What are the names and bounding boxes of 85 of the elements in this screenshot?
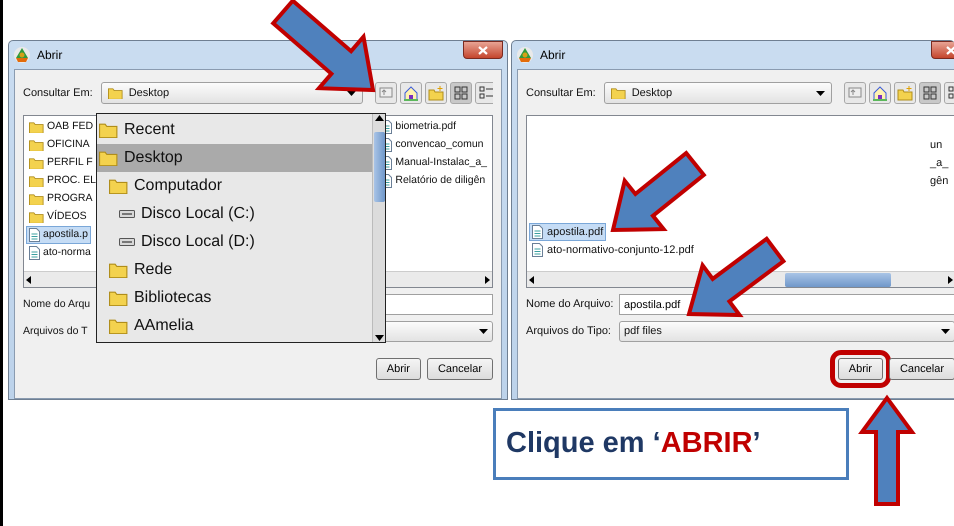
file-item[interactable]: PERFIL F	[26, 154, 96, 172]
file-item[interactable]: apostila.pdf	[529, 223, 606, 241]
folder-icon	[29, 139, 44, 151]
home-icon	[872, 85, 888, 101]
cancel-button[interactable]: Cancelar	[426, 358, 493, 380]
app-logo-icon	[516, 46, 534, 64]
dropdown-item[interactable]: Rede	[97, 256, 372, 284]
drive-icon	[119, 237, 135, 247]
close-icon	[946, 46, 954, 54]
folder-icon	[108, 87, 123, 99]
file-type-label: Arquivos do T	[23, 324, 88, 339]
home-button[interactable]	[400, 82, 422, 104]
file-icon	[29, 246, 40, 260]
file-item[interactable]: gên	[927, 172, 952, 190]
file-name-label: Nome do Arqu	[23, 296, 90, 312]
caret-icon	[941, 329, 950, 334]
close-button[interactable]	[463, 41, 503, 59]
drive-icon	[119, 209, 135, 219]
folder-icon	[109, 178, 128, 194]
icon-view-button[interactable]	[450, 82, 472, 104]
vertical-scrollbar[interactable]	[372, 114, 385, 342]
scroll-left-icon	[24, 274, 34, 284]
look-in-dropdown[interactable]: Desktop	[100, 82, 364, 104]
look-in-label: Consultar Em:	[526, 86, 596, 101]
file-item[interactable]: PROC. EL	[26, 172, 100, 190]
folder-icon	[29, 157, 44, 169]
file-item[interactable]: PROGRA	[26, 190, 96, 208]
dropdown-item[interactable]: Disco Local (D:)	[97, 228, 372, 256]
folder-icon	[610, 87, 626, 99]
file-type-dropdown[interactable]: pdf files	[619, 321, 954, 342]
folder-icon	[29, 175, 44, 187]
file-name-label: Nome do Arquivo:	[526, 297, 614, 312]
scroll-right-icon	[482, 274, 492, 284]
close-icon	[478, 46, 488, 54]
file-icon	[532, 225, 543, 239]
dropdown-item[interactable]: Desktop	[97, 144, 372, 172]
details-view-icon	[478, 85, 493, 101]
file-item[interactable]: ato-normativo-conjunto-12.pdf	[529, 241, 697, 259]
scroll-up-icon	[374, 114, 384, 122]
window-title: Abrir	[540, 47, 566, 64]
file-item[interactable]: apostila.p	[26, 226, 91, 244]
folder-icon	[29, 193, 44, 205]
details-view-button[interactable]	[475, 82, 493, 104]
file-item[interactable]: ato-norma	[26, 244, 94, 262]
cancel-button[interactable]: Cancelar	[888, 358, 954, 380]
look-in-label: Consultar Em:	[23, 86, 93, 101]
file-item[interactable]: VÍDEOS	[26, 208, 90, 226]
folder-icon	[109, 262, 128, 278]
dropdown-item[interactable]: AAmelia	[97, 312, 372, 340]
folder-icon	[109, 318, 128, 334]
file-type-label: Arquivos do Tipo:	[526, 324, 611, 340]
dropdown-item[interactable]: Computador	[97, 172, 372, 200]
folder-icon	[109, 290, 128, 306]
file-item[interactable]: OFICINA	[26, 136, 93, 154]
dropdown-item[interactable]: Recent	[97, 116, 372, 144]
caret-icon	[816, 90, 825, 96]
scroll-left-icon	[527, 274, 537, 284]
icon-view-button[interactable]	[918, 82, 941, 104]
icon-view-icon	[922, 85, 938, 101]
up-folder-button[interactable]	[844, 82, 866, 104]
new-folder-icon	[428, 85, 444, 101]
dropdown-item[interactable]: Disco Local (C:)	[97, 200, 372, 228]
scroll-right-icon	[945, 274, 954, 284]
window-title: Abrir	[37, 47, 62, 64]
file-item[interactable]: OAB FED	[26, 118, 96, 136]
file-item[interactable]: un	[927, 136, 946, 154]
scroll-down-icon	[374, 334, 384, 342]
folder-icon	[99, 150, 118, 166]
open-button[interactable]: Abrir	[376, 358, 421, 380]
look-in-dropdown[interactable]: Desktop	[604, 82, 832, 104]
dropdown-item[interactable]: Bibliotecas	[97, 284, 372, 312]
folder-icon	[99, 122, 118, 138]
file-icon	[29, 228, 40, 242]
callout-text: Clique em ‘ABRIR’	[506, 426, 761, 462]
caret-icon	[479, 329, 488, 334]
home-icon	[403, 85, 420, 101]
folder-icon	[29, 121, 44, 133]
new-folder-icon	[896, 85, 913, 101]
up-folder-button[interactable]	[375, 82, 398, 104]
file-item[interactable]: _a_	[927, 154, 952, 172]
app-logo-icon	[13, 46, 31, 64]
file-icon	[532, 243, 543, 257]
home-button[interactable]	[868, 82, 891, 104]
icon-view-icon	[453, 85, 470, 101]
folder-icon	[29, 211, 44, 223]
